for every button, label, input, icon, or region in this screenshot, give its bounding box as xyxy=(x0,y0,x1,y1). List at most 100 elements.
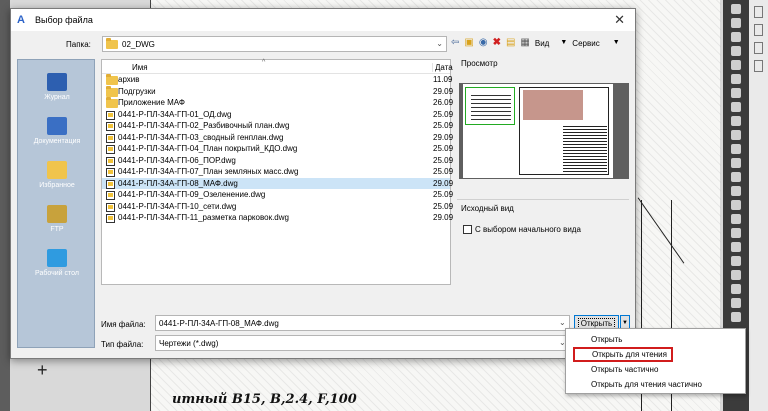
tool-icon[interactable] xyxy=(731,228,741,238)
file-row[interactable]: 0441-Р-ПЛ-34А-ГП-08_МАФ.dwg 29.09 xyxy=(102,177,453,189)
file-date: 25.09 xyxy=(433,190,454,199)
tool-icon[interactable] xyxy=(731,88,741,98)
tool-icon[interactable] xyxy=(731,144,741,154)
open-menu-item[interactable]: Открыть xyxy=(566,333,747,347)
file-row[interactable]: архив 11.09 xyxy=(102,74,453,86)
column-date[interactable]: Дата xyxy=(432,63,453,72)
file-row[interactable]: Приложение МАФ 26.09 xyxy=(102,97,453,109)
caret-down-icon[interactable]: ▼ xyxy=(560,37,567,49)
tool-icon[interactable] xyxy=(731,60,741,70)
open-menu-item[interactable]: Открыть для чтения xyxy=(573,347,673,362)
tool-icon[interactable] xyxy=(731,298,741,308)
column-name[interactable]: Имя xyxy=(132,63,148,72)
up-folder-icon[interactable]: ▣ xyxy=(464,37,473,49)
tab-handle[interactable] xyxy=(754,6,763,18)
file-row[interactable]: 0441-Р-ПЛ-34А-ГП-09_Озеленение.dwg 25.09 xyxy=(102,189,454,201)
tool-icon[interactable] xyxy=(731,242,741,252)
tool-icon[interactable] xyxy=(731,200,741,210)
chevron-down-icon[interactable]: ⌄ xyxy=(559,318,566,327)
file-name: 0441-Р-ПЛ-34А-ГП-11_разметка парковок.dw… xyxy=(118,213,289,222)
tool-icon[interactable] xyxy=(731,214,741,224)
desktop-icon xyxy=(47,249,67,267)
filetype-select[interactable]: Чертежи (*.dwg) xyxy=(155,335,570,351)
new-folder-icon[interactable]: ▤ xyxy=(506,37,515,49)
file-name: 0441-Р-ПЛ-34А-ГП-03_сводный генплан.dwg xyxy=(118,132,284,142)
file-row[interactable]: 0441-Р-ПЛ-34А-ГП-07_План земляных масс.d… xyxy=(102,166,454,178)
tab-handle[interactable] xyxy=(754,24,763,36)
chevron-down-icon[interactable]: ⌄ xyxy=(436,39,443,48)
tool-icon[interactable] xyxy=(731,312,741,322)
open-menu-item[interactable]: Открыть частично xyxy=(566,363,747,377)
initial-view-checkbox-row[interactable]: С выбором начального вида xyxy=(463,225,581,234)
views-menu[interactable]: Вид xyxy=(535,39,549,48)
back-icon[interactable]: ⇦ xyxy=(451,37,459,49)
file-name: 0441-Р-ПЛ-34А-ГП-04_План покрытий_КДО.dw… xyxy=(118,144,298,153)
file-date: 29.09 xyxy=(433,213,454,222)
preview-group: Просмотр xyxy=(457,55,629,205)
tool-icon[interactable] xyxy=(731,130,741,140)
tool-icon[interactable] xyxy=(731,18,741,28)
file-row[interactable]: 0441-Р-ПЛ-34А-ГП-01_ОД.dwg 25.09 xyxy=(102,109,454,121)
place-item[interactable]: Журнал xyxy=(18,60,96,104)
dwg-file-icon xyxy=(106,156,115,166)
add-layout-icon[interactable]: + xyxy=(37,360,48,381)
place-item[interactable]: Избранное xyxy=(18,148,96,192)
open-menu-item[interactable]: Открыть для чтения частично xyxy=(566,378,747,392)
tool-icon[interactable] xyxy=(731,186,741,196)
tool-icon[interactable] xyxy=(731,4,741,14)
ftp-icon xyxy=(47,205,67,223)
folder-icon xyxy=(106,74,118,85)
file-date: 25.09 xyxy=(433,167,454,176)
place-item[interactable]: FTP xyxy=(18,192,96,236)
delete-icon[interactable]: ✖ xyxy=(493,37,501,49)
file-row[interactable]: 0441-Р-ПЛ-34А-ГП-11_разметка парковок.dw… xyxy=(102,212,454,224)
tool-icon[interactable] xyxy=(731,102,741,112)
initial-view-checkbox-label[interactable]: С выбором начального вида xyxy=(475,225,581,234)
place-item[interactable]: Документация xyxy=(18,104,96,148)
tool-icon[interactable] xyxy=(731,46,741,56)
dialog-titlebar[interactable]: A Выбор файла ✕ xyxy=(11,9,635,31)
place-label: Рабочий стол xyxy=(35,270,79,277)
tool-icon[interactable] xyxy=(731,172,741,182)
file-date: 25.09 xyxy=(433,121,454,130)
search-web-icon[interactable]: ◉ xyxy=(479,37,488,49)
close-icon[interactable]: ✕ xyxy=(614,12,625,28)
file-date: 25.09 xyxy=(433,109,454,119)
file-row[interactable]: 0441-Р-ПЛ-34А-ГП-10_сети.dwg 25.09 xyxy=(102,201,453,213)
file-row[interactable]: 0441-Р-ПЛ-34А-ГП-04_План покрытий_КДО.dw… xyxy=(102,143,453,155)
filename-input[interactable]: 0441-Р-ПЛ-34А-ГП-08_МАФ.dwg xyxy=(155,315,570,331)
file-date: 11.09 xyxy=(433,75,453,84)
place-label: Документация xyxy=(33,138,81,145)
file-row[interactable]: 0441-Р-ПЛ-34А-ГП-02_Разбивочный план.dwg… xyxy=(102,120,454,132)
tool-icon[interactable] xyxy=(731,74,741,84)
tab-handle[interactable] xyxy=(754,60,763,72)
place-item[interactable]: Рабочий стол xyxy=(18,236,96,280)
tools-menu[interactable]: Сервис xyxy=(572,39,599,48)
dialog-toolbar: ⇦ ▣ ◉ ✖ ▤ ▦ Вид ▼ Сервис ▼ xyxy=(451,37,620,49)
dwg-file-icon xyxy=(106,168,115,177)
tool-icon[interactable] xyxy=(731,256,741,266)
caret-down-icon[interactable]: ▼ xyxy=(613,37,620,49)
select-file-dialog: A Выбор файла ✕ Папка: 02_DWG ⌄ ⇦ ▣ ◉ ✖ … xyxy=(10,8,636,359)
file-name: Подгрузки xyxy=(118,86,156,96)
place-label: FTP xyxy=(50,226,64,233)
file-row[interactable]: Подгрузки 29.09 xyxy=(102,85,453,98)
tab-handle[interactable] xyxy=(754,42,763,54)
views-icon[interactable]: ▦ xyxy=(520,37,529,49)
file-row[interactable]: 0441-Р-ПЛ-34А-ГП-03_сводный генплан.dwg 2… xyxy=(102,132,453,144)
tool-icon[interactable] xyxy=(731,284,741,294)
tool-icon[interactable] xyxy=(731,32,741,42)
tool-icon[interactable] xyxy=(731,270,741,280)
drawing-annotation-text: итный B15, B,2.4, F,100 xyxy=(172,392,357,407)
open-options-menu: Открыть Открыть для чтения Открыть частичн… xyxy=(565,328,746,394)
file-row[interactable]: 0441-Р-ПЛ-34А-ГП-06_ПОР.dwg 25.09 xyxy=(102,155,453,167)
file-name: архив xyxy=(118,75,140,84)
folder-combo[interactable]: 02_DWG ⌄ xyxy=(102,36,447,52)
initial-view-checkbox[interactable] xyxy=(463,225,472,234)
file-list-header: ^ Имя Дата xyxy=(102,59,453,74)
file-name: 0441-Р-ПЛ-34А-ГП-06_ПОР.dwg xyxy=(118,155,236,165)
file-list[interactable]: ^ Имя Дата архив 11.09 Подгрузки 29.09 Прило… xyxy=(101,59,454,285)
tool-icon[interactable] xyxy=(731,116,741,126)
tool-icon[interactable] xyxy=(731,158,741,168)
documents-icon xyxy=(47,117,67,135)
